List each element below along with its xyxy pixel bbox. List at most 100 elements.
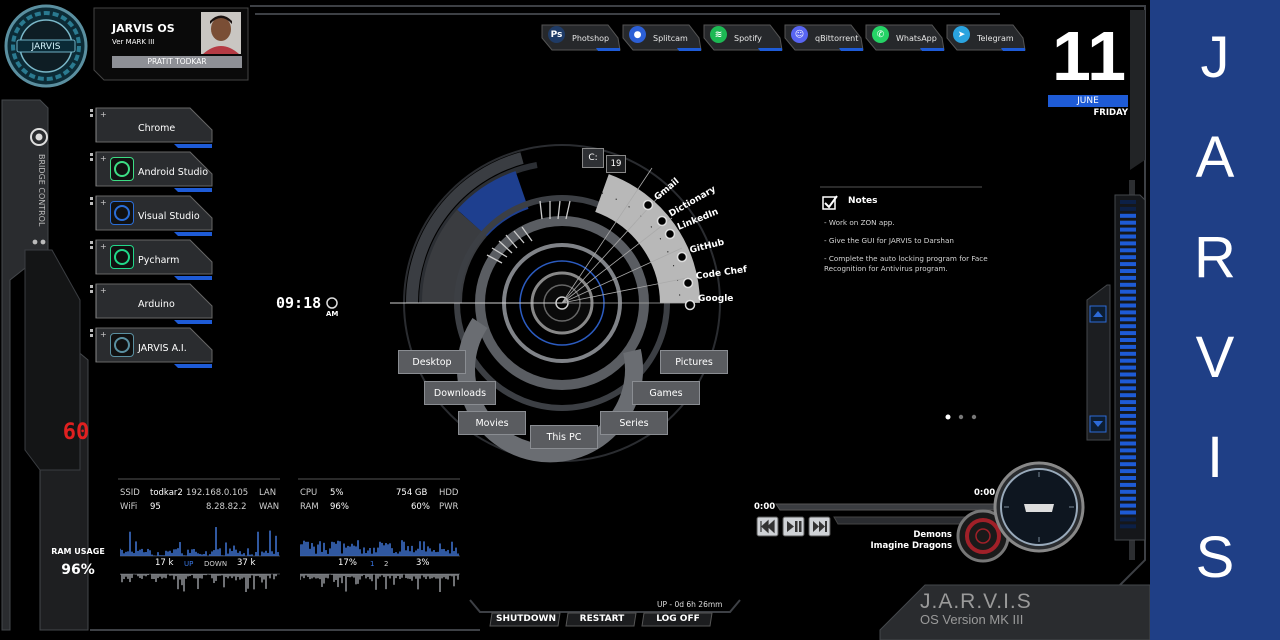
sidebar-letter: J	[1200, 25, 1230, 90]
notes-list: - Work on ZON app. - Give the GUI for JAR…	[824, 218, 989, 282]
folder-4[interactable]: Series	[600, 411, 668, 435]
svg-text:+: +	[100, 198, 107, 207]
eq-bar	[1120, 234, 1136, 239]
network-graph	[120, 527, 280, 592]
svg-text:+: +	[100, 330, 107, 339]
app-glyph: ●	[633, 29, 642, 40]
visual-studio-icon	[110, 201, 134, 225]
topbar-app[interactable]: Ps Photshop	[540, 24, 622, 51]
eq-bar	[1120, 434, 1136, 439]
power-2[interactable]: LOG OFF	[640, 612, 716, 627]
folder-6[interactable]: Pictures	[660, 350, 728, 374]
eq-bar	[1120, 386, 1136, 391]
profile-panel: JARVIS OS Ver MARK III PRATIT TODKAR	[92, 6, 250, 82]
eq-bar	[1120, 351, 1136, 356]
folder-3[interactable]: This PC	[530, 425, 598, 449]
note-item: - Work on ZON app.	[824, 218, 895, 227]
ram-label: RAM	[300, 502, 319, 512]
drive-label[interactable]: C:	[582, 148, 604, 168]
app-glyph: ☺	[794, 29, 805, 40]
hdd-label: HDD	[439, 488, 459, 498]
eq-bar	[1120, 289, 1136, 294]
eq-bar	[1120, 200, 1136, 204]
eq-bar	[1120, 358, 1136, 363]
drive-value: 19	[606, 155, 626, 173]
ram-usage-value: 96%	[61, 562, 95, 578]
play-pause-icon[interactable]	[782, 516, 806, 538]
lan-label: LAN	[259, 488, 277, 498]
folder-5[interactable]: Games	[632, 381, 700, 405]
previous-icon[interactable]	[756, 516, 780, 538]
folder-1[interactable]: Downloads	[424, 381, 496, 405]
power-0[interactable]: SHUTDOWN	[488, 612, 564, 627]
eq-bar	[1120, 400, 1136, 405]
left-app-label: Chrome	[138, 123, 176, 134]
topbar-app-label: Telegram	[977, 34, 1014, 43]
hdd-value: 754 GB	[396, 488, 428, 498]
left-app-3[interactable]: + Pycharm	[90, 238, 214, 280]
page-dots[interactable]	[944, 406, 984, 425]
clock-marker-icon	[326, 297, 338, 309]
ip-wan: 8.28.82.2	[206, 502, 247, 512]
player-dial[interactable]	[992, 460, 1086, 554]
notes-title: Notes	[848, 196, 878, 206]
eq-bar	[1120, 420, 1136, 425]
left-app-label: Pycharm	[138, 255, 180, 266]
topbar-app-label: Spotify	[734, 34, 762, 43]
topbar-app[interactable]: ➤ Telegram	[945, 24, 1027, 51]
svg-text:+: +	[100, 110, 107, 119]
next-icon[interactable]	[808, 516, 832, 538]
eq-bar	[1120, 455, 1136, 460]
link-node-icon	[684, 296, 696, 315]
left-app-2[interactable]: + Visual Studio	[90, 194, 214, 236]
topbar-app[interactable]: ● Splitcam	[621, 24, 703, 51]
app-glyph: ✆	[876, 29, 885, 40]
folder-0[interactable]: Desktop	[398, 350, 466, 374]
topbar-app[interactable]: ✆ WhatsApp	[864, 24, 946, 51]
brand-name: J.A.R.V.I.S	[920, 590, 1032, 613]
song-title: Demons	[913, 530, 952, 540]
ram-usage-label: RAM USAGE	[51, 547, 105, 556]
eq-bar	[1120, 303, 1136, 308]
eq-bar	[1120, 324, 1136, 329]
volume-equalizer[interactable]	[1118, 196, 1142, 536]
volume-down-icon[interactable]	[1089, 415, 1107, 433]
left-app-0[interactable]: + Chrome	[90, 106, 214, 148]
ssid-label: SSID	[120, 488, 140, 498]
eq-bar	[1120, 296, 1136, 301]
whatsapp-icon: ✆	[872, 26, 889, 43]
eq-bar	[1120, 275, 1136, 280]
topbar-app-label: Photshop	[572, 34, 610, 43]
clock-ampm: AM	[326, 310, 339, 318]
bridge-control[interactable]: BRIDGE CONTROL	[28, 126, 50, 246]
eq-bar	[1120, 448, 1136, 453]
date-day: 11	[1052, 17, 1126, 95]
power-1[interactable]: RESTART	[564, 612, 640, 627]
topbar-app-label: WhatsApp	[896, 34, 937, 43]
eq-bar	[1120, 206, 1136, 211]
os-version: Ver MARK III	[112, 38, 155, 46]
eq-bar	[1120, 489, 1136, 494]
eq-bar	[1120, 517, 1136, 522]
power-label: LOG OFF	[656, 614, 700, 624]
eq-bar	[1120, 331, 1136, 336]
gauge-value: 60	[62, 420, 90, 445]
eq-bar	[1120, 282, 1136, 287]
volume-up-icon[interactable]	[1089, 305, 1107, 323]
svg-text:+: +	[100, 154, 107, 163]
svg-text:+: +	[100, 286, 107, 295]
date-weekday: FRIDAY	[1093, 108, 1129, 118]
bridge-control-label: BRIDGE CONTROL	[37, 154, 46, 227]
topbar-app[interactable]: ☺ qBittorrent	[783, 24, 865, 51]
left-app-1[interactable]: + Android Studio	[90, 150, 214, 192]
sidebar-letter: A	[1195, 125, 1235, 190]
folder-2[interactable]: Movies	[458, 411, 526, 435]
left-app-4[interactable]: + Arduino	[90, 282, 214, 324]
topbar-app[interactable]: ≋ Spotify	[702, 24, 784, 51]
ssid-value: todkar2	[150, 488, 183, 498]
eq-bar	[1120, 482, 1136, 487]
left-app-5[interactable]: + JARVIS A.I.	[90, 326, 214, 368]
web-link[interactable]: Google	[698, 294, 733, 304]
svg-text:+: +	[100, 242, 107, 251]
left-app-label: Arduino	[138, 299, 175, 310]
